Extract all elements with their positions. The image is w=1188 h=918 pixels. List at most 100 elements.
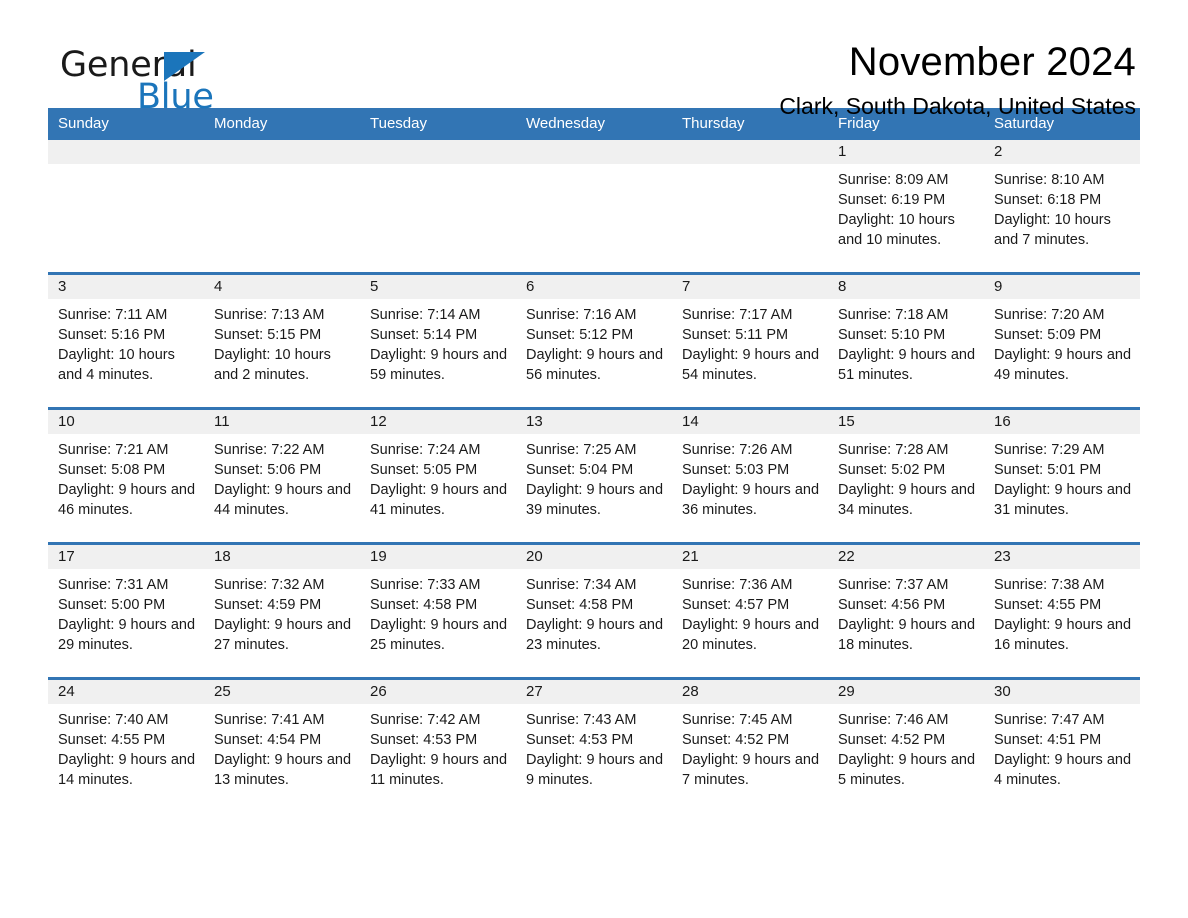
- daylight-text: Daylight: 9 hours and 14 minutes.: [58, 752, 196, 788]
- sunrise-text: Sunrise: 7:46 AM: [838, 712, 949, 728]
- calendar-day-cell[interactable]: 29 Sunrise: 7:46 AM Sunset: 4:52 PM Dayligh…: [828, 677, 984, 812]
- calendar-day-cell-empty: [360, 140, 516, 274]
- day-number: 6: [526, 278, 535, 295]
- calendar-day-cell[interactable]: 3 Sunrise: 7:11 AM Sunset: 5:16 PM Daylight…: [48, 272, 204, 409]
- day-number: 24: [58, 683, 75, 700]
- calendar-day-cell[interactable]: 28 Sunrise: 7:45 AM Sunset: 4:52 PM Dayligh…: [672, 677, 828, 812]
- sunrise-text: Sunrise: 7:21 AM: [58, 442, 169, 458]
- sunrise-text: Sunrise: 7:32 AM: [214, 577, 325, 593]
- day-number: 20: [526, 548, 543, 565]
- day-number-band: 27: [516, 680, 672, 704]
- calendar-day-cell[interactable]: 14 Sunrise: 7:26 AM Sunset: 5:03 PM Dayligh…: [672, 407, 828, 544]
- day-cell-inner: [672, 140, 828, 272]
- calendar-day-cell[interactable]: 23 Sunrise: 7:38 AM Sunset: 4:55 PM Dayligh…: [984, 542, 1140, 679]
- day-number-band: 7: [672, 275, 828, 299]
- calendar-week-row: 1 Sunrise: 8:09 AM Sunset: 6:19 PM Daylight…: [48, 140, 1140, 274]
- calendar-day-cell[interactable]: 2 Sunrise: 8:10 AM Sunset: 6:18 PM Daylight…: [984, 140, 1140, 274]
- sunrise-text: Sunrise: 7:45 AM: [682, 712, 793, 728]
- calendar-day-cell[interactable]: 8 Sunrise: 7:18 AM Sunset: 5:10 PM Daylight…: [828, 272, 984, 409]
- day-number-band: 28: [672, 680, 828, 704]
- daylight-text: Daylight: 9 hours and 23 minutes.: [526, 617, 664, 653]
- daylight-text: Daylight: 9 hours and 4 minutes.: [994, 752, 1132, 788]
- day-number-band: 20: [516, 545, 672, 569]
- day-cell-inner: 10 Sunrise: 7:21 AM Sunset: 5:08 PM Dayligh…: [48, 410, 204, 542]
- calendar-day-cell[interactable]: 25 Sunrise: 7:41 AM Sunset: 4:54 PM Dayligh…: [204, 677, 360, 812]
- sunrise-text: Sunrise: 7:43 AM: [526, 712, 637, 728]
- day-cell-inner: [204, 140, 360, 272]
- day-cell-inner: 8 Sunrise: 7:18 AM Sunset: 5:10 PM Daylight…: [828, 275, 984, 407]
- day-number-band: 22: [828, 545, 984, 569]
- general-blue-logo[interactable]: General Blue: [60, 46, 260, 116]
- day-number: 2: [994, 143, 1003, 160]
- day-cell-inner: 5 Sunrise: 7:14 AM Sunset: 5:14 PM Daylight…: [360, 275, 516, 407]
- sunset-text: Sunset: 6:18 PM: [994, 192, 1102, 208]
- day-number-band: [48, 140, 204, 164]
- day-cell-inner: 6 Sunrise: 7:16 AM Sunset: 5:12 PM Daylight…: [516, 275, 672, 407]
- calendar-day-cell[interactable]: 26 Sunrise: 7:42 AM Sunset: 4:53 PM Dayligh…: [360, 677, 516, 812]
- day-details: Sunrise: 7:24 AM Sunset: 5:05 PM Daylight:…: [360, 434, 516, 520]
- day-details: Sunrise: 7:29 AM Sunset: 5:01 PM Daylight:…: [984, 434, 1140, 520]
- daylight-text: Daylight: 9 hours and 49 minutes.: [994, 347, 1132, 383]
- day-details: Sunrise: 7:43 AM Sunset: 4:53 PM Daylight:…: [516, 704, 672, 790]
- calendar-day-cell[interactable]: 21 Sunrise: 7:36 AM Sunset: 4:57 PM Dayligh…: [672, 542, 828, 679]
- calendar-day-cell[interactable]: 18 Sunrise: 7:32 AM Sunset: 4:59 PM Dayligh…: [204, 542, 360, 679]
- day-cell-inner: [360, 140, 516, 272]
- calendar-day-cell[interactable]: 6 Sunrise: 7:16 AM Sunset: 5:12 PM Daylight…: [516, 272, 672, 409]
- calendar-week-row: 17 Sunrise: 7:31 AM Sunset: 5:00 PM Dayligh…: [48, 542, 1140, 679]
- calendar-day-cell[interactable]: 12 Sunrise: 7:24 AM Sunset: 5:05 PM Dayligh…: [360, 407, 516, 544]
- sunset-text: Sunset: 5:03 PM: [682, 462, 790, 478]
- sunrise-text: Sunrise: 7:20 AM: [994, 307, 1105, 323]
- calendar-day-cell[interactable]: 5 Sunrise: 7:14 AM Sunset: 5:14 PM Daylight…: [360, 272, 516, 409]
- day-cell-inner: 1 Sunrise: 8:09 AM Sunset: 6:19 PM Daylight…: [828, 140, 984, 272]
- daylight-text: Daylight: 10 hours and 7 minutes.: [994, 212, 1111, 248]
- day-details: Sunrise: 7:32 AM Sunset: 4:59 PM Daylight:…: [204, 569, 360, 655]
- day-details: Sunrise: 7:11 AM Sunset: 5:16 PM Daylight:…: [48, 299, 204, 385]
- sunset-text: Sunset: 5:06 PM: [214, 462, 322, 478]
- day-number: 21: [682, 548, 699, 565]
- day-number-band: [204, 140, 360, 164]
- calendar-day-cell[interactable]: 20 Sunrise: 7:34 AM Sunset: 4:58 PM Dayligh…: [516, 542, 672, 679]
- daylight-text: Daylight: 9 hours and 16 minutes.: [994, 617, 1132, 653]
- day-number: 7: [682, 278, 691, 295]
- calendar-day-cell[interactable]: 11 Sunrise: 7:22 AM Sunset: 5:06 PM Dayligh…: [204, 407, 360, 544]
- masthead: General Blue November 2024 Clark, South …: [48, 0, 1140, 119]
- day-cell-inner: 21 Sunrise: 7:36 AM Sunset: 4:57 PM Dayligh…: [672, 545, 828, 677]
- sunset-text: Sunset: 5:00 PM: [58, 597, 166, 613]
- calendar-day-cell[interactable]: 13 Sunrise: 7:25 AM Sunset: 5:04 PM Dayligh…: [516, 407, 672, 544]
- sunset-text: Sunset: 4:55 PM: [994, 597, 1102, 613]
- day-details: Sunrise: 7:37 AM Sunset: 4:56 PM Daylight:…: [828, 569, 984, 655]
- day-number-band: 2: [984, 140, 1140, 164]
- sunrise-text: Sunrise: 7:14 AM: [370, 307, 481, 323]
- calendar-body: 1 Sunrise: 8:09 AM Sunset: 6:19 PM Daylight…: [48, 140, 1140, 812]
- calendar-day-cell[interactable]: 30 Sunrise: 7:47 AM Sunset: 4:51 PM Dayligh…: [984, 677, 1140, 812]
- day-number: 29: [838, 683, 855, 700]
- calendar-day-cell[interactable]: 22 Sunrise: 7:37 AM Sunset: 4:56 PM Dayligh…: [828, 542, 984, 679]
- sunrise-text: Sunrise: 7:37 AM: [838, 577, 949, 593]
- calendar-day-cell[interactable]: 27 Sunrise: 7:43 AM Sunset: 4:53 PM Dayligh…: [516, 677, 672, 812]
- calendar-day-cell[interactable]: 24 Sunrise: 7:40 AM Sunset: 4:55 PM Dayligh…: [48, 677, 204, 812]
- calendar-day-cell[interactable]: 1 Sunrise: 8:09 AM Sunset: 6:19 PM Daylight…: [828, 140, 984, 274]
- sunset-text: Sunset: 4:58 PM: [370, 597, 478, 613]
- daylight-text: Daylight: 10 hours and 4 minutes.: [58, 347, 175, 383]
- sunset-text: Sunset: 5:04 PM: [526, 462, 634, 478]
- day-cell-inner: 24 Sunrise: 7:40 AM Sunset: 4:55 PM Dayligh…: [48, 680, 204, 812]
- calendar-day-cell[interactable]: 10 Sunrise: 7:21 AM Sunset: 5:08 PM Dayligh…: [48, 407, 204, 544]
- day-cell-inner: [48, 140, 204, 272]
- daylight-text: Daylight: 9 hours and 9 minutes.: [526, 752, 664, 788]
- calendar-day-cell[interactable]: 9 Sunrise: 7:20 AM Sunset: 5:09 PM Daylight…: [984, 272, 1140, 409]
- day-number: 11: [214, 413, 230, 430]
- day-details: Sunrise: 7:38 AM Sunset: 4:55 PM Daylight:…: [984, 569, 1140, 655]
- day-cell-inner: 30 Sunrise: 7:47 AM Sunset: 4:51 PM Dayligh…: [984, 680, 1140, 812]
- day-number: 17: [58, 548, 75, 565]
- calendar-day-cell[interactable]: 17 Sunrise: 7:31 AM Sunset: 5:00 PM Dayligh…: [48, 542, 204, 679]
- calendar-day-cell[interactable]: 7 Sunrise: 7:17 AM Sunset: 5:11 PM Daylight…: [672, 272, 828, 409]
- calendar-week-row: 24 Sunrise: 7:40 AM Sunset: 4:55 PM Dayligh…: [48, 677, 1140, 812]
- calendar-day-cell[interactable]: 15 Sunrise: 7:28 AM Sunset: 5:02 PM Dayligh…: [828, 407, 984, 544]
- day-details: Sunrise: 7:14 AM Sunset: 5:14 PM Daylight:…: [360, 299, 516, 385]
- calendar-day-cell[interactable]: 4 Sunrise: 7:13 AM Sunset: 5:15 PM Daylight…: [204, 272, 360, 409]
- calendar-day-cell[interactable]: 19 Sunrise: 7:33 AM Sunset: 4:58 PM Dayligh…: [360, 542, 516, 679]
- sunset-text: Sunset: 4:54 PM: [214, 732, 322, 748]
- calendar-day-cell[interactable]: 16 Sunrise: 7:29 AM Sunset: 5:01 PM Dayligh…: [984, 407, 1140, 544]
- sunset-text: Sunset: 5:10 PM: [838, 327, 946, 343]
- day-number-band: 21: [672, 545, 828, 569]
